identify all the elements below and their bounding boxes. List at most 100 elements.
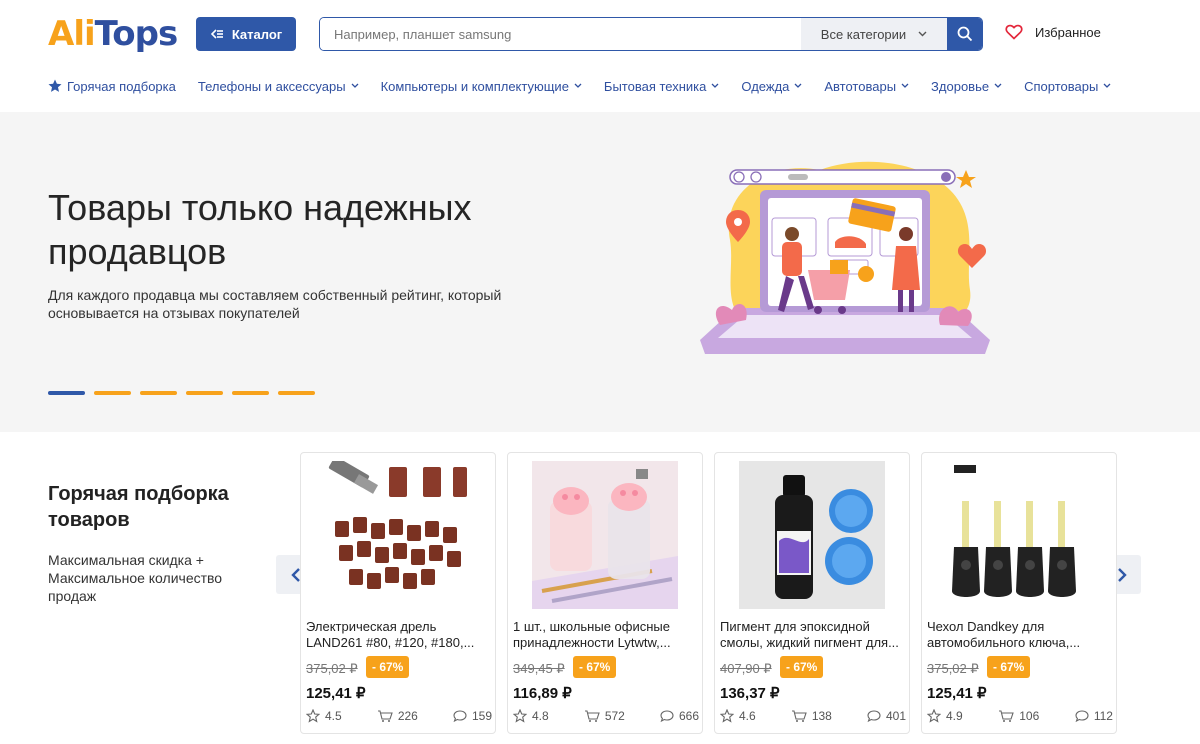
orders-value: 572 [604, 709, 625, 723]
chevron-down-icon [918, 31, 927, 37]
product-image [325, 461, 471, 609]
search-icon [957, 26, 972, 42]
reviews: 159 [453, 709, 492, 723]
reviews-value: 401 [885, 709, 906, 723]
chevron-down-icon [901, 83, 909, 88]
reviews: 401 [867, 709, 906, 723]
category-select-value: Все категории [820, 26, 907, 42]
nav-item-hot[interactable]: Горячая подборка [48, 79, 176, 94]
product-card[interactable]: Пигмент для эпоксидной смолы, жидкий пиг… [714, 452, 910, 734]
product-stats: 4.5 226 159 [306, 709, 492, 723]
price: 125,41 ₽ [306, 685, 366, 702]
product-stats: 4.6 138 401 [720, 709, 906, 723]
product-title[interactable]: Пигмент для эпоксидной смолы, жидкий пиг… [720, 619, 906, 651]
product-stats: 4.9 106 112 [927, 709, 1113, 723]
product-card[interactable]: Электрическая дрель LAND261 #80, #120, #… [300, 452, 496, 734]
product-image [739, 461, 885, 609]
heart-icon [1005, 24, 1023, 40]
nav-item-label: Спортовары [1024, 78, 1099, 94]
old-price: 349,45 ₽ [513, 661, 565, 676]
slider-dot[interactable] [186, 391, 223, 395]
menu-icon [210, 29, 223, 39]
slider-dot[interactable] [278, 391, 315, 395]
comment-icon [453, 710, 467, 723]
orders: 106 [998, 709, 1039, 723]
comment-icon [660, 710, 674, 723]
orders: 226 [377, 709, 418, 723]
orders: 138 [791, 709, 832, 723]
nav-item-sports[interactable]: Спортовары [1024, 79, 1111, 94]
discount-badge: - 67% [780, 656, 824, 678]
nav-item-computers[interactable]: Компьютеры и комплектующие [381, 79, 582, 94]
catalog-button[interactable]: Каталог [196, 17, 296, 51]
product-card[interactable]: 1 шт., школьные офисные принадлежности L… [507, 452, 703, 734]
banner-subtitle: Для каждого продавца мы составляем собст… [48, 287, 502, 321]
old-price: 375,02 ₽ [927, 661, 979, 676]
category-select[interactable]: Все категории [801, 18, 947, 50]
shopping-illustration [700, 161, 990, 354]
nav-item-phones[interactable]: Телефоны и аксессуары [198, 79, 359, 94]
search-input[interactable] [320, 18, 801, 50]
slider-dots [48, 391, 315, 395]
star-outline-icon [720, 709, 734, 723]
search-button[interactable] [947, 18, 982, 50]
nav-item-auto[interactable]: Автотовары [824, 79, 909, 94]
price: 136,37 ₽ [720, 685, 780, 702]
star-outline-icon [306, 709, 320, 723]
star-outline-icon [927, 709, 941, 723]
slider-dot[interactable] [94, 391, 131, 395]
hero-banner: Товары только надежных продавцов Для каж… [0, 112, 1200, 432]
chevron-down-icon [574, 83, 582, 88]
discount-badge: - 67% [573, 656, 617, 678]
reviews: 666 [660, 709, 699, 723]
slider-dot[interactable] [140, 391, 177, 395]
cart-icon [791, 710, 807, 722]
nav-item-label: Телефоны и аксессуары [197, 78, 346, 94]
favorites-label: Избранное [1035, 24, 1101, 40]
rating-value: 4.8 [532, 709, 549, 723]
chevron-left-icon [290, 567, 300, 582]
nav-item-label: Компьютеры и комплектующие [380, 78, 569, 94]
chevron-down-icon [994, 83, 1002, 88]
orders: 572 [584, 709, 625, 723]
logo-part-ali: Ali [48, 14, 96, 54]
rating: 4.8 [513, 709, 549, 723]
hot-section-title: Горячая подборка товаров [48, 483, 229, 531]
old-price: 407,90 ₽ [720, 661, 772, 676]
logo[interactable]: AliTops [48, 14, 178, 54]
chevron-down-icon [711, 83, 719, 88]
nav-item-health[interactable]: Здоровье [931, 79, 1002, 94]
catalog-button-label: Каталог [231, 26, 283, 42]
nav-item-clothing[interactable]: Одежда [741, 79, 802, 94]
cart-icon [584, 710, 600, 722]
orders-value: 226 [397, 709, 418, 723]
star-outline-icon [513, 709, 527, 723]
cart-icon [377, 710, 393, 722]
chevron-right-icon [1117, 567, 1127, 582]
search-bar: Все категории [319, 17, 983, 51]
old-price: 375,02 ₽ [306, 661, 358, 676]
slider-dot[interactable] [48, 391, 85, 395]
header: AliTops Каталог Все категории Избранное [0, 0, 1200, 68]
nav-item-appliances[interactable]: Бытовая техника [604, 79, 719, 94]
price: 125,41 ₽ [927, 685, 987, 702]
product-title[interactable]: Электрическая дрель LAND261 #80, #120, #… [306, 619, 492, 651]
chevron-down-icon [351, 83, 359, 88]
rating: 4.5 [306, 709, 342, 723]
product-card[interactable]: Чехол Dandkey для автомобильного ключа,.… [921, 452, 1117, 734]
chevron-down-icon [1103, 83, 1111, 88]
discount-badge: - 67% [987, 656, 1031, 678]
product-title[interactable]: 1 шт., школьные офисные принадлежности L… [513, 619, 699, 651]
nav-item-label: Автотовары [824, 78, 897, 94]
rating-value: 4.6 [739, 709, 756, 723]
product-title[interactable]: Чехол Dandkey для автомобильного ключа,.… [927, 619, 1113, 651]
star-icon [48, 79, 62, 92]
favorites-link[interactable]: Избранное [1005, 24, 1101, 40]
nav-item-label: Горячая подборка [67, 78, 176, 94]
rating-value: 4.9 [946, 709, 963, 723]
product-stats: 4.8 572 666 [513, 709, 699, 723]
rating: 4.9 [927, 709, 963, 723]
chevron-down-icon [794, 83, 802, 88]
slider-dot[interactable] [232, 391, 269, 395]
banner-title: Товары только надежных продавцов [48, 187, 472, 272]
